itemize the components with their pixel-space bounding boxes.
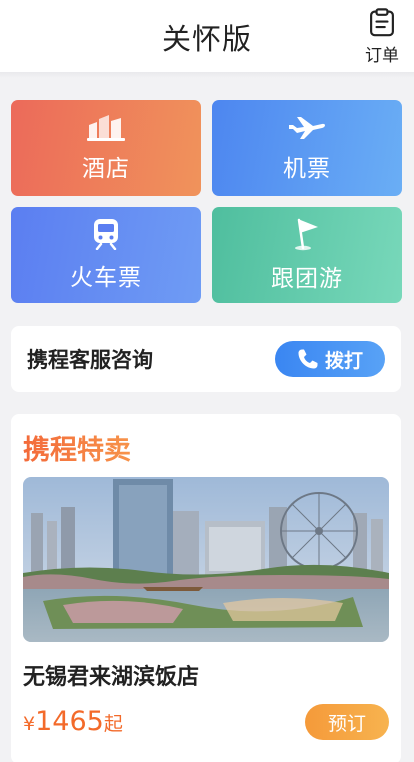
orders-button[interactable]: 订单	[362, 8, 402, 66]
book-button[interactable]: 预订	[305, 704, 389, 740]
call-button[interactable]: 拨打	[275, 341, 385, 377]
hotel-photo[interactable]	[23, 477, 389, 642]
top-bar: 关怀版 订单	[0, 0, 414, 72]
orders-label: 订单	[365, 46, 399, 66]
hotel-tile[interactable]: 酒店	[11, 100, 201, 196]
special-deal-card: 携程特卖 无锡君来湖滨饭店 ¥ 1465 起 预订	[11, 414, 401, 762]
special-deal-title: 携程特卖	[23, 428, 131, 467]
tour-tile[interactable]: 跟团游	[212, 207, 402, 303]
customer-service-title: 携程客服咨询	[27, 348, 153, 372]
airplane-icon	[289, 117, 325, 139]
price-suffix: 起	[103, 713, 123, 735]
hotel-name: 无锡君来湖滨饭店	[23, 665, 200, 690]
price-currency: ¥	[23, 713, 36, 735]
price-value: 1465	[35, 706, 104, 737]
train-tile[interactable]: 火车票	[11, 207, 201, 303]
flag-icon	[295, 218, 318, 251]
flight-tile-label: 机票	[283, 156, 331, 182]
phone-icon	[298, 349, 318, 369]
flight-tile[interactable]: 机票	[212, 100, 402, 196]
train-icon	[94, 219, 118, 250]
price: ¥ 1465 起	[23, 706, 123, 737]
hotel-icon	[87, 115, 125, 141]
customer-service-card: 携程客服咨询 拨打	[11, 326, 401, 392]
train-tile-label: 火车票	[70, 265, 142, 291]
page-title: 关怀版	[161, 22, 252, 56]
call-button-label: 拨打	[324, 349, 363, 372]
header-divider	[0, 72, 414, 78]
hotel-tile-label: 酒店	[82, 156, 130, 182]
tour-tile-label: 跟团游	[271, 266, 343, 292]
clipboard-icon	[370, 8, 394, 37]
